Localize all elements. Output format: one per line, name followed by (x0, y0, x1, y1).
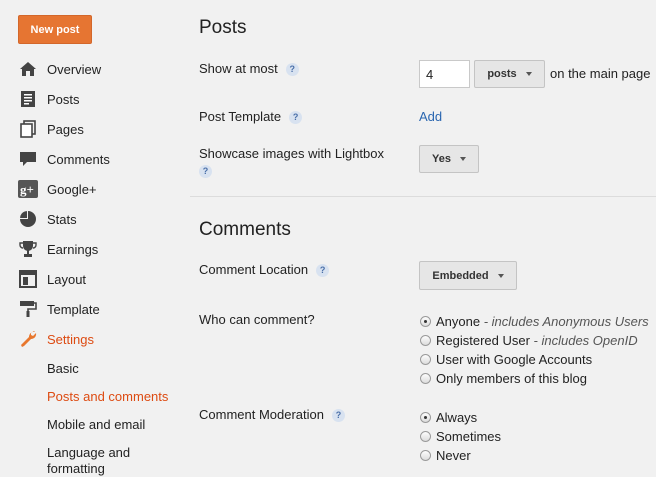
help-icon[interactable]: ? (316, 264, 330, 278)
help-icon[interactable]: ? (289, 111, 303, 125)
posts-unit-dropdown[interactable]: posts (474, 60, 545, 88)
comment-location-label: Comment Location? (199, 261, 330, 278)
settings-subitem-mobile-and-email[interactable]: Mobile and email (47, 417, 145, 433)
sidebar-item-label: Overview (47, 61, 102, 77)
radio-button[interactable] (420, 353, 431, 365)
posts-icon (18, 89, 38, 109)
sidebar-item-settings[interactable]: Settings (18, 328, 94, 350)
help-icon[interactable]: ? (332, 409, 345, 423)
sidebar-item-template[interactable]: Template (18, 298, 100, 320)
lightbox-label-text: Showcase images with Lightbox (199, 146, 384, 161)
settings-subitem-basic[interactable]: Basic (47, 361, 79, 377)
comment-moderation-label: Comment Moderation? (199, 406, 345, 423)
radio-button[interactable] (420, 411, 431, 423)
who-option-registered-user[interactable]: Registered User - includes OpenID (420, 331, 638, 349)
posts-unit-label: posts (487, 68, 517, 80)
settings-subitem-language-and-formatting[interactable]: Language and formatting (47, 445, 147, 477)
moderation-option-never[interactable]: Never (420, 446, 471, 464)
lightbox-dropdown[interactable]: Yes (419, 145, 479, 173)
chevron-down-icon (459, 157, 466, 161)
who-can-comment-label: Who can comment? (199, 312, 315, 327)
radio-button[interactable] (420, 449, 431, 461)
posts-count-input[interactable]: 4 (419, 60, 470, 88)
main-page-suffix: on the main page (550, 66, 651, 81)
stats-icon (18, 209, 38, 229)
post-template-label-text: Post Template (199, 109, 282, 124)
radio-note: - includes Anonymous Users (480, 313, 649, 329)
radio-label: Anyone (436, 313, 481, 329)
radio-label: Only members of this blog (436, 370, 588, 386)
sidebar-item-label: Posts (47, 91, 80, 107)
radio-button[interactable] (420, 372, 431, 384)
wrench-icon (18, 329, 38, 349)
svg-text:g+: g+ (20, 182, 34, 197)
posts-count-value: 4 (426, 66, 434, 82)
section-divider (190, 196, 656, 197)
chevron-down-icon (525, 72, 532, 76)
radio-label: User with Google Accounts (436, 351, 593, 367)
add-post-template-link[interactable]: Add (419, 109, 442, 124)
sidebar-item-comments[interactable]: Comments (18, 148, 110, 170)
moderation-option-sometimes[interactable]: Sometimes (420, 427, 501, 445)
sidebar-item-label: Pages (47, 121, 84, 137)
sidebar-item-label: Layout (47, 271, 87, 287)
show-at-most-label: Show at most? (199, 60, 299, 77)
comments-icon (18, 149, 38, 169)
who-option-anyone[interactable]: Anyone - includes Anonymous Users (420, 312, 649, 330)
radio-label: Always (436, 409, 478, 425)
radio-button[interactable] (420, 334, 431, 346)
who-option-members-only[interactable]: Only members of this blog (420, 369, 587, 387)
comment-location-label-text: Comment Location (199, 262, 309, 277)
home-icon (18, 59, 38, 79)
trophy-icon (18, 239, 38, 259)
sidebar-item-label: Stats (47, 211, 77, 227)
radio-label: Sometimes (436, 428, 502, 444)
lightbox-value: Yes (432, 153, 451, 165)
new-post-button[interactable]: New post (18, 15, 92, 44)
sidebar-item-label: Comments (47, 151, 110, 167)
radio-label: Registered User (436, 332, 530, 348)
help-icon[interactable]: ? (285, 63, 299, 77)
show-at-most-label-text: Show at most (199, 61, 278, 76)
sidebar-item-posts[interactable]: Posts (18, 88, 80, 110)
moderation-option-always[interactable]: Always (420, 408, 477, 426)
lightbox-label: Showcase images with Lightbox ? (199, 145, 384, 178)
sidebar-item-label: Settings (47, 331, 94, 347)
sidebar-item-stats[interactable]: Stats (18, 208, 77, 230)
settings-subitem-posts-and-comments[interactable]: Posts and comments (47, 389, 168, 405)
comment-moderation-label-text: Comment Moderation (199, 407, 324, 422)
comments-section-title: Comments (199, 219, 291, 240)
sidebar-item-label: Template (47, 301, 100, 317)
who-option-google-accounts[interactable]: User with Google Accounts (420, 350, 592, 368)
radio-button[interactable] (420, 315, 431, 327)
radio-note: - includes OpenID (529, 332, 638, 348)
google-plus-icon: g+ (18, 179, 38, 199)
sidebar-item-google-plus[interactable]: g+ Google+ (18, 178, 97, 200)
chevron-down-icon (497, 273, 504, 278)
pages-icon (18, 119, 38, 139)
paint-roller-icon (18, 299, 38, 319)
sidebar: New post Overview Posts Pages Comments g… (0, 0, 178, 477)
sidebar-item-pages[interactable]: Pages (18, 118, 84, 140)
sidebar-item-layout[interactable]: Layout (18, 268, 86, 290)
comment-location-dropdown[interactable]: Embedded (419, 261, 517, 290)
layout-icon (18, 269, 38, 289)
post-template-label: Post Template? (199, 108, 303, 125)
sidebar-item-overview[interactable]: Overview (18, 58, 101, 80)
radio-button[interactable] (420, 430, 431, 442)
help-icon[interactable]: ? (199, 165, 212, 178)
sidebar-item-earnings[interactable]: Earnings (18, 238, 98, 260)
posts-section-title: Posts (199, 17, 247, 38)
sidebar-item-label: Earnings (47, 241, 99, 257)
radio-label: Never (436, 447, 471, 463)
sidebar-item-label: Google+ (47, 181, 97, 197)
comment-location-value: Embedded (432, 269, 489, 282)
